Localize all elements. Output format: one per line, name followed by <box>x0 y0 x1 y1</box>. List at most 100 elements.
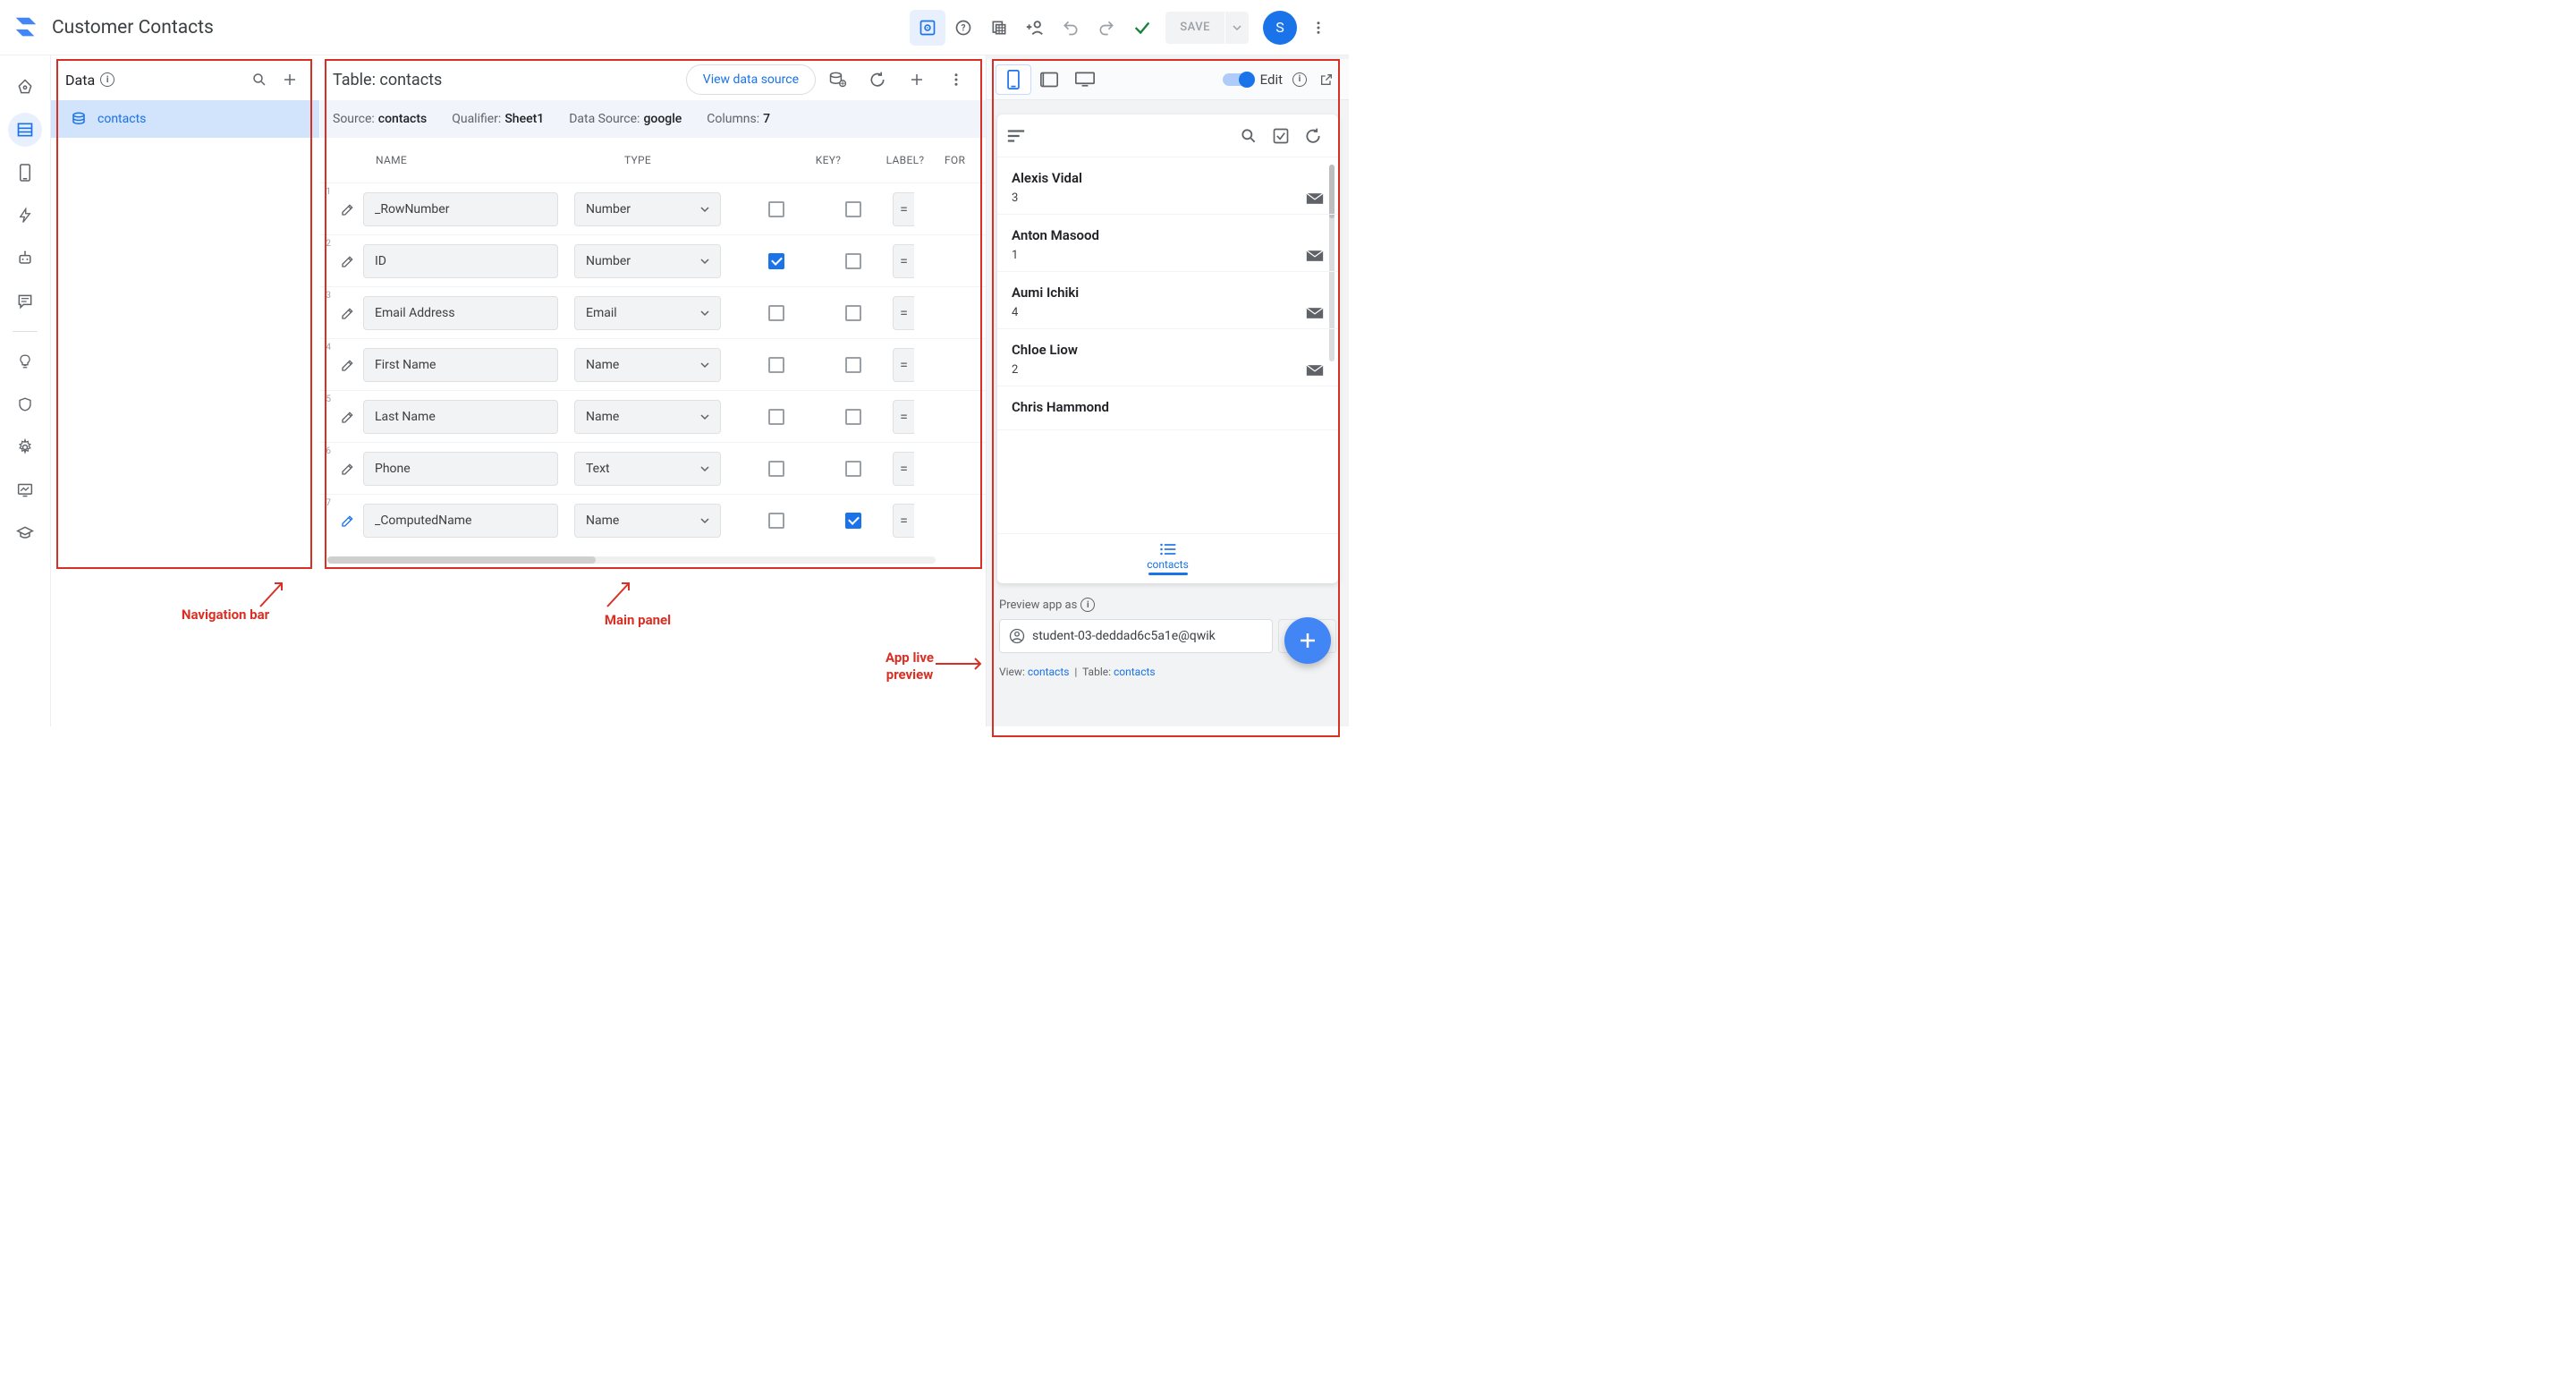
label-checkbox[interactable] <box>845 305 861 321</box>
user-avatar[interactable]: S <box>1263 11 1297 45</box>
formula-field[interactable]: = <box>893 296 914 330</box>
redo-icon[interactable] <box>1089 10 1124 46</box>
rail-bot-icon[interactable] <box>8 242 42 276</box>
contact-card[interactable]: Aumi Ichiki 4 <box>997 272 1338 329</box>
rail-learn-icon[interactable] <box>8 516 42 550</box>
column-name-field[interactable]: _RowNumber <box>363 192 558 226</box>
column-name-field[interactable]: Email Address <box>363 296 558 330</box>
scrollbar-thumb[interactable] <box>327 556 596 564</box>
contact-card[interactable]: Anton Masood 1 <box>997 215 1338 272</box>
checkmark-icon[interactable] <box>1124 10 1160 46</box>
key-checkbox[interactable] <box>768 357 784 373</box>
rail-data-icon[interactable] <box>8 113 42 147</box>
label-checkbox[interactable] <box>845 461 861 477</box>
edit-pencil-icon[interactable] <box>333 514 363 528</box>
column-name-field[interactable]: ID <box>363 244 558 278</box>
rail-security-icon[interactable] <box>8 387 42 421</box>
nav-add-icon[interactable] <box>275 64 305 95</box>
envelope-icon[interactable] <box>1306 307 1324 319</box>
label-checkbox[interactable] <box>845 253 861 269</box>
footer-view-link[interactable]: contacts <box>1028 666 1070 678</box>
key-checkbox[interactable] <box>768 461 784 477</box>
phone-list[interactable]: Alexis Vidal 3 Anton Masood 1 Aumi Ichik… <box>997 157 1338 533</box>
label-checkbox[interactable] <box>845 409 861 425</box>
rail-automation-icon[interactable] <box>8 199 42 233</box>
device-desktop-icon[interactable] <box>1067 64 1103 95</box>
contact-card[interactable]: Chloe Liow 2 <box>997 329 1338 386</box>
nav-search-icon[interactable] <box>244 64 275 95</box>
save-button[interactable]: SAVE <box>1165 12 1224 44</box>
phone-select-icon[interactable] <box>1265 127 1297 145</box>
envelope-icon[interactable] <box>1306 192 1324 205</box>
phone-bottom-nav[interactable]: contacts <box>997 533 1338 583</box>
column-type-select[interactable]: Number <box>574 244 721 278</box>
save-dropdown-caret[interactable] <box>1225 12 1249 44</box>
formula-field[interactable]: = <box>893 244 914 278</box>
add-person-icon[interactable] <box>1017 10 1053 46</box>
column-type-select[interactable]: Name <box>574 400 721 434</box>
add-column-icon[interactable] <box>900 63 934 97</box>
label-checkbox[interactable] <box>845 357 861 373</box>
help-icon[interactable]: ? <box>945 10 981 46</box>
column-name-field[interactable]: First Name <box>363 348 558 382</box>
info-icon[interactable]: i <box>100 72 114 87</box>
formula-field[interactable]: = <box>893 348 914 382</box>
kebab-menu-icon[interactable] <box>1301 20 1336 36</box>
preview-toggle-icon[interactable] <box>910 10 945 46</box>
phone-search-icon[interactable] <box>1233 127 1265 145</box>
key-checkbox[interactable] <box>768 409 784 425</box>
phone-refresh-icon[interactable] <box>1297 127 1329 145</box>
formula-field[interactable]: = <box>893 504 914 538</box>
formula-field[interactable]: = <box>893 192 914 226</box>
column-name-field[interactable]: Last Name <box>363 400 558 434</box>
device-phone-icon[interactable] <box>996 64 1031 95</box>
edit-pencil-icon[interactable] <box>333 202 363 216</box>
undo-icon[interactable] <box>1053 10 1089 46</box>
label-checkbox[interactable] <box>845 513 861 529</box>
formula-field[interactable]: = <box>893 452 914 486</box>
nav-item-contacts[interactable]: contacts <box>51 100 319 138</box>
label-checkbox[interactable] <box>845 201 861 217</box>
key-checkbox[interactable] <box>768 253 784 269</box>
edit-pencil-icon[interactable] <box>333 306 363 320</box>
rail-intelligence-icon[interactable] <box>8 344 42 378</box>
formula-field[interactable]: = <box>893 400 914 434</box>
open-external-icon[interactable] <box>1313 72 1340 87</box>
sort-icon[interactable] <box>1006 128 1026 144</box>
device-tablet-icon[interactable] <box>1031 64 1067 95</box>
info-icon[interactable]: i <box>1080 598 1095 612</box>
envelope-icon[interactable] <box>1306 250 1324 262</box>
edit-pencil-icon[interactable] <box>333 410 363 424</box>
footer-table-link[interactable]: contacts <box>1114 666 1156 678</box>
column-type-select[interactable]: Name <box>574 348 721 382</box>
edit-pencil-icon[interactable] <box>333 462 363 476</box>
rail-chat-icon[interactable] <box>8 284 42 318</box>
view-data-source-button[interactable]: View data source <box>686 64 816 95</box>
refresh-icon[interactable] <box>860 63 894 97</box>
column-type-select[interactable]: Number <box>574 192 721 226</box>
key-checkbox[interactable] <box>768 201 784 217</box>
horizontal-scrollbar[interactable] <box>327 556 936 564</box>
column-name-field[interactable]: Phone <box>363 452 558 486</box>
contact-card[interactable]: Chris Hammond <box>997 386 1338 430</box>
main-kebab-icon[interactable] <box>939 63 973 97</box>
edit-pencil-icon[interactable] <box>333 358 363 372</box>
edit-toggle[interactable] <box>1223 73 1253 86</box>
preview-info-icon[interactable]: i <box>1286 72 1313 87</box>
column-type-select[interactable]: Name <box>574 504 721 538</box>
spreadsheet-icon[interactable] <box>981 10 1017 46</box>
column-type-select[interactable]: Email <box>574 296 721 330</box>
rail-settings-icon[interactable] <box>8 430 42 464</box>
key-checkbox[interactable] <box>768 513 784 529</box>
contact-card[interactable]: Alexis Vidal 3 <box>997 157 1338 215</box>
rail-manage-icon[interactable] <box>8 473 42 507</box>
envelope-icon[interactable] <box>1306 364 1324 377</box>
column-name-field[interactable]: _ComputedName <box>363 504 558 538</box>
column-type-select[interactable]: Text <box>574 452 721 486</box>
edit-pencil-icon[interactable] <box>333 254 363 268</box>
rail-home-icon[interactable] <box>8 70 42 104</box>
regenerate-schema-icon[interactable] <box>821 63 855 97</box>
key-checkbox[interactable] <box>768 305 784 321</box>
preview-as-input[interactable]: student-03-deddad6c5a1e@qwik <box>999 619 1273 653</box>
rail-ux-icon[interactable] <box>8 156 42 190</box>
